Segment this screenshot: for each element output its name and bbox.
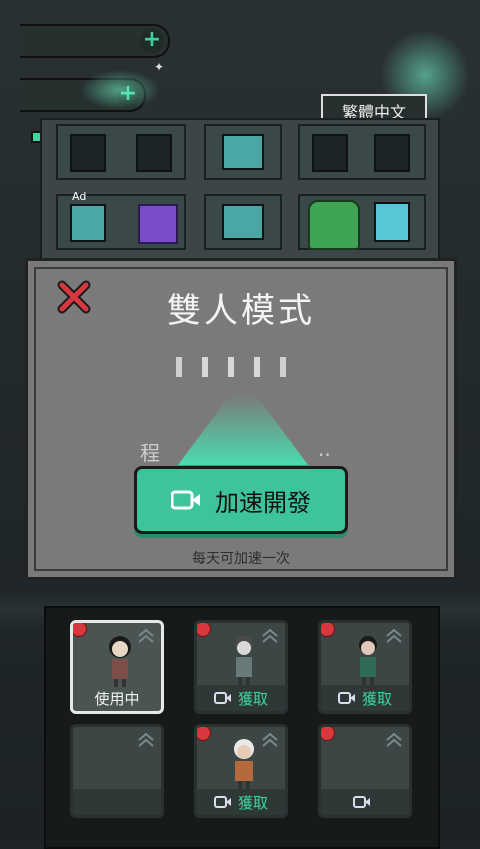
dialog-title: 雙人模式 [167, 291, 315, 331]
character-card-3[interactable]: 獲取 [318, 620, 412, 714]
girl-character-icon [109, 636, 131, 687]
double-mode-dialog: 雙人模式 程 .. 加速開發 每天可加速一次 [25, 258, 457, 580]
glow-effect [80, 70, 160, 110]
card-status-label: 使用中 [94, 689, 140, 708]
man-character-icon [359, 636, 377, 685]
video-camera-icon [353, 796, 370, 808]
window [222, 204, 264, 240]
notification-badge [197, 623, 211, 637]
add-resource-1-button[interactable]: + [140, 29, 164, 53]
video-camera-icon [171, 490, 200, 510]
character-card-6[interactable] [318, 724, 412, 818]
character-card-1[interactable]: 使用中 [70, 620, 164, 714]
window [374, 134, 410, 172]
resource-pill-1: + [20, 24, 170, 58]
card-status-bar: 獲取 [197, 685, 285, 711]
plant-monster-icon [308, 200, 360, 250]
window [70, 204, 106, 242]
notification-badge [321, 623, 335, 637]
chevron-up-icon [262, 733, 278, 747]
character-card-2[interactable]: 獲取 [194, 620, 288, 714]
card-status-bar [321, 789, 409, 815]
progress-dots: .. [318, 437, 331, 461]
chevron-up-icon [262, 629, 278, 643]
card-status-bar: 獲取 [321, 685, 409, 711]
window [312, 134, 348, 172]
video-camera-icon [213, 796, 231, 808]
progress-label: 程 [140, 441, 160, 465]
ad-label: Ad [72, 190, 87, 203]
character-card-5[interactable]: 獲取 [194, 724, 288, 818]
speed-up-button[interactable]: 加速開發 [134, 466, 348, 534]
notification-badge [321, 727, 335, 741]
purple-character-icon [138, 204, 178, 244]
speed-up-label: 加速開發 [215, 488, 311, 517]
card-status-bar: 獲取 [197, 789, 285, 815]
card-status-label: 獲取 [237, 793, 268, 812]
daily-note: 每天可加速一次 [192, 551, 290, 567]
boy-character-icon [235, 636, 253, 685]
chevron-up-icon [138, 733, 154, 747]
card-status-label: 獲取 [361, 689, 392, 708]
window [136, 134, 172, 172]
window [374, 202, 410, 242]
video-camera-icon [213, 692, 231, 704]
video-camera-icon [337, 692, 355, 704]
card-status-bar [73, 789, 161, 815]
chevron-up-icon [386, 629, 402, 643]
star-icon: ✦ [154, 60, 165, 74]
grandma-character-icon [234, 739, 254, 789]
character-card-4[interactable] [70, 724, 164, 818]
loading-indicator [176, 357, 286, 377]
chevron-up-icon [138, 629, 154, 643]
chevron-up-icon [386, 733, 402, 747]
window [70, 134, 106, 172]
card-status-label: 獲取 [237, 689, 268, 708]
card-status-bar: 使用中 [73, 685, 161, 711]
notification-badge [197, 727, 211, 741]
notification-badge [73, 623, 87, 637]
window [222, 134, 264, 170]
